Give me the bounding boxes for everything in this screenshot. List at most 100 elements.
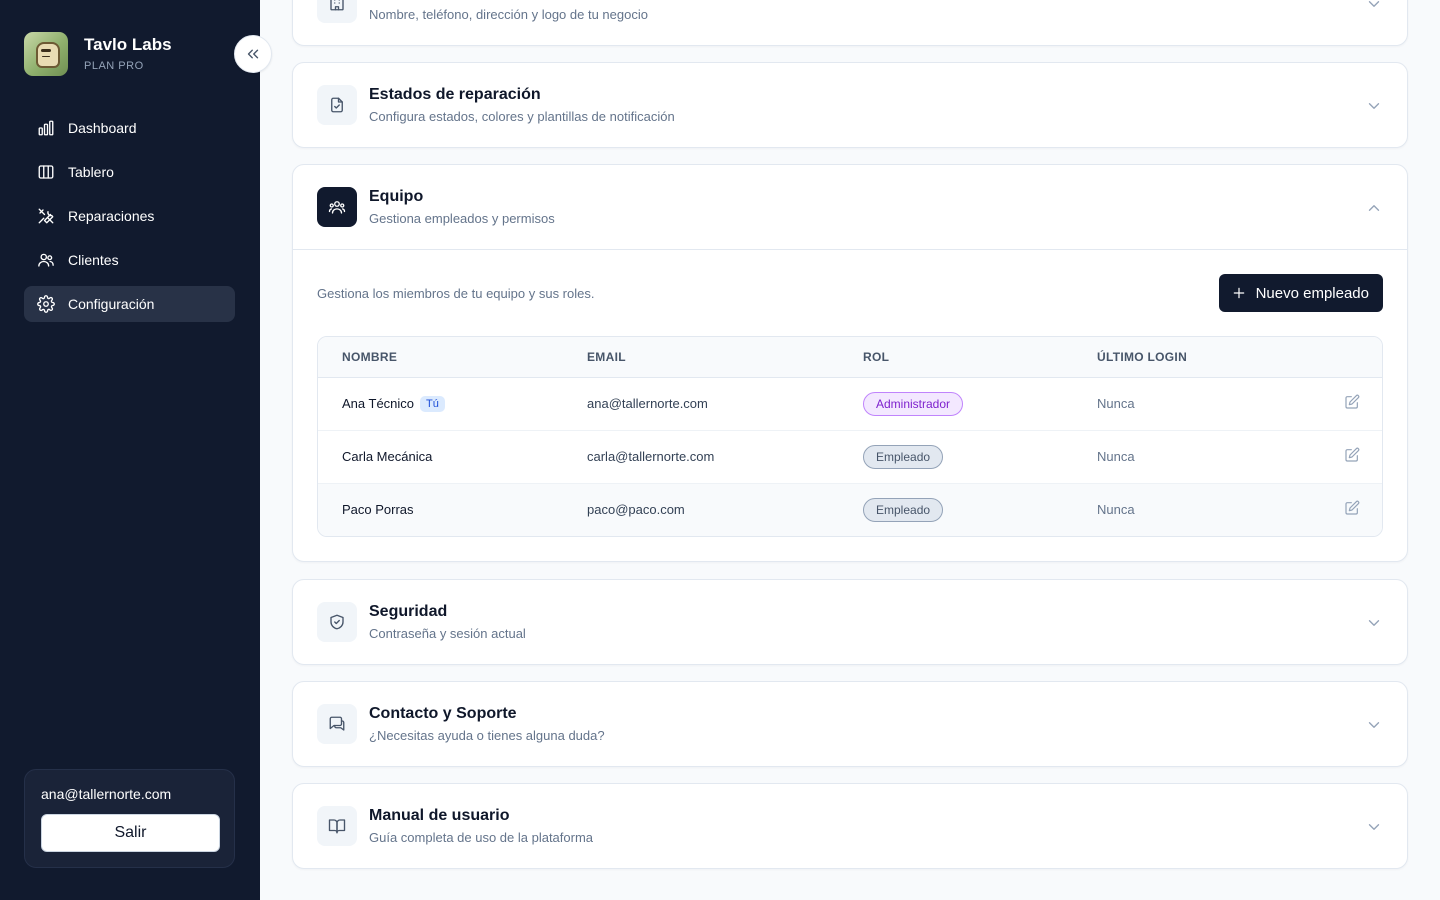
settings-main: Nombre, teléfono, dirección y logo de tu… — [260, 0, 1440, 900]
section-business-header[interactable]: Nombre, teléfono, dirección y logo de tu… — [293, 0, 1407, 45]
section-manual-header[interactable]: Manual de usuario Guía completa de uso d… — [293, 784, 1407, 868]
team-icon — [317, 187, 357, 227]
chevron-down-icon — [1368, 103, 1380, 109]
member-email: paco@paco.com — [587, 502, 685, 518]
role-badge: Empleado — [863, 444, 944, 469]
chevron-down-icon — [1368, 620, 1380, 626]
section-title: Equipo — [369, 188, 424, 205]
chevron-up-icon — [1368, 205, 1380, 211]
logout-button[interactable]: Salir — [41, 814, 220, 852]
section-subtitle: Nombre, teléfono, dirección y logo de tu… — [369, 7, 648, 22]
column-header-name: NOMBRE — [318, 337, 563, 378]
book-icon — [317, 806, 357, 846]
section-title: Contacto y Soporte — [369, 705, 517, 722]
file-check-icon — [317, 85, 357, 125]
sidebar-nav: Dashboard Tablero Reparaciones Clientes … — [24, 110, 235, 330]
section-repair-statuses[interactable]: Estados de reparación Configura estados,… — [292, 62, 1408, 148]
collapse-sidebar-button[interactable] — [234, 35, 272, 73]
section-manual[interactable]: Manual de usuario Guía completa de uso d… — [292, 783, 1408, 869]
sidebar-item-label: Configuración — [68, 296, 155, 312]
section-repair-statuses-header[interactable]: Estados de reparación Configura estados,… — [293, 63, 1407, 147]
building-icon — [317, 0, 357, 23]
section-subtitle: ¿Necesitas ayuda o tienes alguna duda? — [369, 728, 605, 743]
section-subtitle: Guía completa de uso de la plataforma — [369, 830, 594, 845]
team-panel: Gestiona los miembros de tu equipo y sus… — [293, 249, 1407, 561]
section-security-header[interactable]: Seguridad Contraseña y sesión actual — [293, 580, 1407, 664]
sidebar-item-label: Clientes — [68, 252, 119, 268]
new-employee-label: Nuevo empleado — [1255, 284, 1369, 302]
section-subtitle: Contraseña y sesión actual — [369, 626, 526, 641]
section-security[interactable]: Seguridad Contraseña y sesión actual — [292, 579, 1408, 665]
chevrons-left-icon — [247, 49, 259, 59]
role-badge: Empleado — [863, 497, 944, 522]
sidebar-item-label: Reparaciones — [68, 208, 155, 224]
chevron-down-icon — [1368, 722, 1380, 728]
column-header-actions — [1322, 337, 1382, 378]
member-last-login: Nunca — [1097, 502, 1135, 518]
sidebar-item-reparaciones[interactable]: Reparaciones — [24, 198, 235, 234]
column-header-email: EMAIL — [563, 337, 839, 378]
bar-chart-icon — [38, 120, 54, 136]
team-table: NOMBRE EMAIL ROL ÚLTIMO LOGIN Ana Técnic… — [317, 336, 1383, 537]
table-row: Carla Mecánica carla@tallernorte.com Emp… — [318, 430, 1382, 484]
section-subtitle: Configura estados, colores y plantillas … — [369, 109, 675, 124]
columns-icon — [38, 165, 54, 179]
section-team-header[interactable]: Equipo Gestiona empleados y permisos — [293, 165, 1407, 249]
chevron-down-icon — [1368, 1, 1380, 7]
you-badge: Tú — [420, 395, 445, 412]
section-title: Manual de usuario — [369, 807, 510, 824]
plus-icon — [1233, 287, 1244, 299]
sidebar-item-clientes[interactable]: Clientes — [24, 242, 235, 278]
gear-icon — [37, 295, 55, 313]
column-header-role: ROL — [839, 337, 1073, 378]
member-email: carla@tallernorte.com — [563, 430, 839, 484]
member-role-cell: Empleado — [839, 430, 1073, 484]
user-panel: ana@tallernorte.com Salir — [24, 769, 235, 868]
users-icon — [38, 253, 54, 267]
brand-logo — [24, 32, 68, 76]
team-description: Gestiona los miembros de tu equipo y sus… — [317, 285, 595, 301]
plan-label: PLAN PRO — [84, 59, 144, 72]
section-business[interactable]: Nombre, teléfono, dirección y logo de tu… — [292, 0, 1408, 46]
member-role-cell: Empleado — [839, 483, 1073, 536]
edit-icon — [1345, 447, 1360, 462]
edit-icon — [1345, 394, 1360, 409]
member-last-login: Nunca — [1073, 430, 1322, 484]
sidebar-item-label: Dashboard — [68, 120, 137, 136]
brand-name: Tavlo Labs — [84, 34, 172, 54]
table-header-row: NOMBRE EMAIL ROL ÚLTIMO LOGIN — [318, 337, 1382, 378]
section-subtitle: Gestiona empleados y permisos — [369, 211, 555, 226]
brand[interactable]: Tavlo Labs PLAN PRO — [24, 32, 172, 76]
sidebar-item-label: Tablero — [68, 164, 114, 180]
section-title: Estados de reparación — [369, 86, 541, 103]
sidebar-item-dashboard[interactable]: Dashboard — [24, 110, 235, 146]
sidebar: Tavlo Labs PLAN PRO Dashboard Tablero Re… — [0, 0, 260, 900]
edit-member-button[interactable] — [1322, 377, 1382, 431]
section-support[interactable]: Contacto y Soporte ¿Necesitas ayuda o ti… — [292, 681, 1408, 767]
member-name: Carla Mecánica — [318, 430, 563, 484]
section-team: Equipo Gestiona empleados y permisos Ges… — [292, 164, 1408, 562]
edit-icon — [1345, 500, 1360, 515]
tools-icon — [38, 208, 54, 224]
member-name: Ana Técnico — [342, 395, 415, 411]
role-badge: Administrador — [863, 391, 964, 416]
table-row: Ana Técnico Tú ana@tallernorte.com Admini… — [318, 377, 1382, 431]
sidebar-item-tablero[interactable]: Tablero — [24, 154, 235, 190]
member-name-cell: Ana Técnico Tú — [318, 377, 563, 431]
member-last-login: Nunca — [1073, 377, 1322, 431]
section-support-header[interactable]: Contacto y Soporte ¿Necesitas ayuda o ti… — [293, 682, 1407, 766]
member-email: ana@tallernorte.com — [563, 377, 839, 431]
member-name: Paco Porras — [342, 502, 414, 518]
user-email: ana@tallernorte.com — [41, 786, 172, 802]
edit-member-button[interactable] — [1322, 430, 1382, 484]
edit-member-button[interactable] — [1322, 483, 1382, 536]
new-employee-button[interactable]: Nuevo empleado — [1218, 274, 1383, 312]
chat-icon — [317, 704, 357, 744]
table-row: Paco Porras paco@paco.com Empleado Nunca — [318, 483, 1382, 536]
section-title — [369, 0, 648, 3]
shield-check-icon — [317, 602, 357, 642]
sidebar-item-configuracion[interactable]: Configuración — [24, 286, 235, 322]
member-role-cell: Administrador — [839, 377, 1073, 431]
section-title: Seguridad — [369, 603, 448, 620]
column-header-last-login: ÚLTIMO LOGIN — [1073, 337, 1322, 378]
